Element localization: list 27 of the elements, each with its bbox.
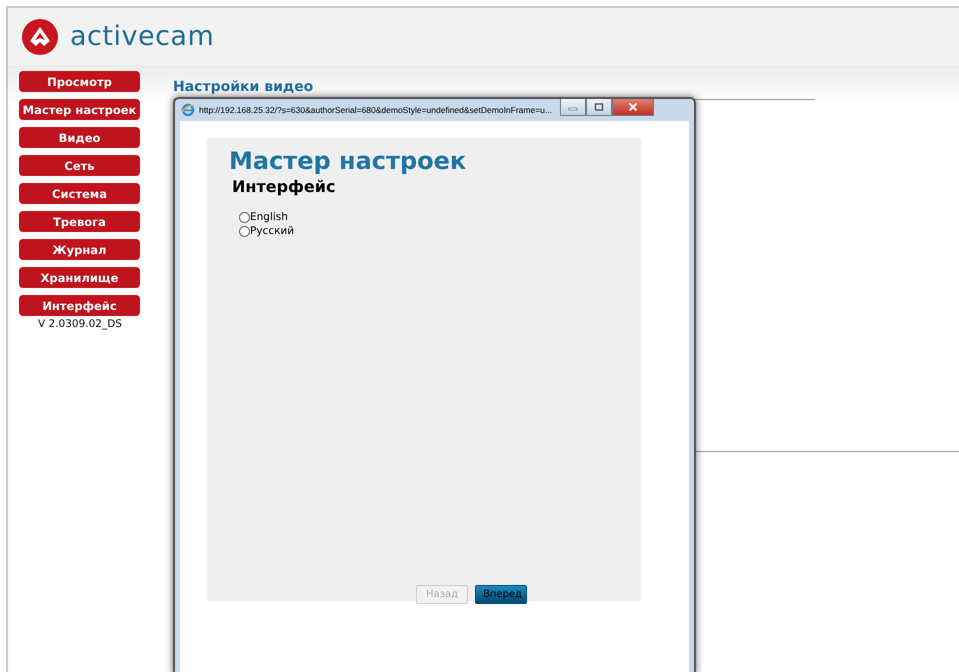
section-heading: Интерфейс bbox=[232, 177, 336, 196]
nav-button[interactable]: Тревога bbox=[19, 211, 140, 232]
nav-button[interactable]: Журнал bbox=[19, 239, 140, 260]
window-title: http://192.168.25.32/?s=630&authorSerial=680&demoStyle=undefined&setDemoInFrame=u... bbox=[199, 105, 552, 115]
next-button[interactable]: Вперед bbox=[475, 585, 527, 604]
maximize-button[interactable] bbox=[586, 99, 612, 116]
maximize-icon bbox=[594, 103, 604, 111]
nav-button[interactable]: Видео bbox=[19, 127, 140, 148]
page-title: Настройки видео bbox=[173, 79, 314, 95]
nav-button[interactable]: Просмотр bbox=[19, 71, 140, 92]
wizard-heading: Мастер настроек bbox=[229, 147, 468, 175]
browser-icon bbox=[181, 103, 195, 117]
nav-button[interactable]: Мастер настроек bbox=[19, 99, 140, 120]
close-button[interactable] bbox=[612, 99, 654, 116]
close-icon bbox=[628, 103, 638, 111]
nav-button[interactable]: Система bbox=[19, 183, 140, 204]
nav-button[interactable]: Сеть bbox=[19, 155, 140, 176]
version-text: V 2.0309.02_DS bbox=[37, 318, 123, 330]
radio-button[interactable] bbox=[239, 226, 250, 236]
minimize-button[interactable] bbox=[560, 99, 586, 116]
option-label: Русский bbox=[250, 225, 294, 237]
logo-icon bbox=[22, 18, 58, 54]
logo-text: activecam bbox=[70, 21, 214, 52]
nav-button[interactable]: Интерфейс bbox=[19, 295, 140, 316]
nav-button[interactable]: Хранилище bbox=[19, 267, 140, 288]
radio-button[interactable] bbox=[239, 212, 250, 222]
option-label: English bbox=[250, 211, 288, 223]
